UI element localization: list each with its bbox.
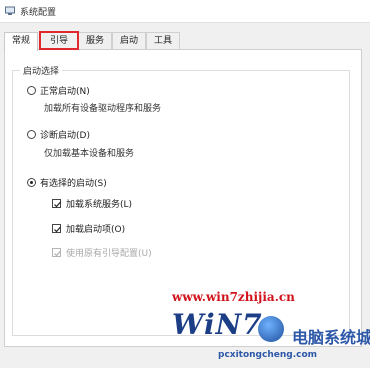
watermark-site-url: pcxitongcheng.com — [218, 350, 318, 360]
system-config-icon — [5, 6, 15, 15]
watermark-site-name: 电脑系统城 — [292, 328, 370, 347]
use-original-boot-config-checkbox — [52, 248, 61, 257]
normal-startup-radio[interactable] — [27, 86, 36, 95]
tab-general[interactable]: 常规 — [4, 32, 38, 51]
watermark-url: www.win7zhijia.cn — [172, 290, 295, 304]
checkmark-icon — [54, 201, 61, 208]
load-startup-items-label[interactable]: 加载启动项(O) — [66, 222, 125, 235]
windows-orb-icon — [258, 316, 284, 342]
group-label: 启动选择 — [20, 64, 63, 77]
diagnostic-startup-label[interactable]: 诊断启动(D) — [40, 128, 90, 141]
checkmark-icon — [54, 250, 61, 257]
diagnostic-startup-description: 仅加载基本设备和服务 — [44, 149, 135, 159]
title-bar: 系统配置 — [0, 0, 370, 23]
window-title: 系统配置 — [20, 8, 57, 18]
load-system-services-checkbox[interactable] — [52, 199, 61, 208]
normal-startup-label[interactable]: 正常启动(N) — [40, 84, 90, 97]
load-system-services-label[interactable]: 加载系统服务(L) — [66, 197, 132, 210]
checkmark-icon — [54, 226, 61, 233]
normal-startup-description: 加载所有设备驱动程序和服务 — [44, 104, 162, 114]
selective-startup-label[interactable]: 有选择的启动(S) — [40, 176, 107, 189]
load-startup-items-checkbox[interactable] — [52, 224, 61, 233]
watermark-logo: WiN7 — [172, 308, 263, 341]
selective-startup-radio[interactable] — [27, 178, 36, 187]
tab-boot[interactable]: 引导 — [39, 31, 79, 50]
use-original-boot-config-label: 使用原有引导配置(U) — [66, 249, 152, 259]
diagnostic-startup-radio[interactable] — [27, 130, 36, 139]
tab-strip: 常规 引导 服务 启动 工具 — [0, 31, 370, 51]
tab-tools[interactable]: 工具 — [146, 32, 180, 49]
tab-startup[interactable]: 启动 — [112, 32, 146, 49]
tab-services[interactable]: 服务 — [78, 32, 112, 49]
